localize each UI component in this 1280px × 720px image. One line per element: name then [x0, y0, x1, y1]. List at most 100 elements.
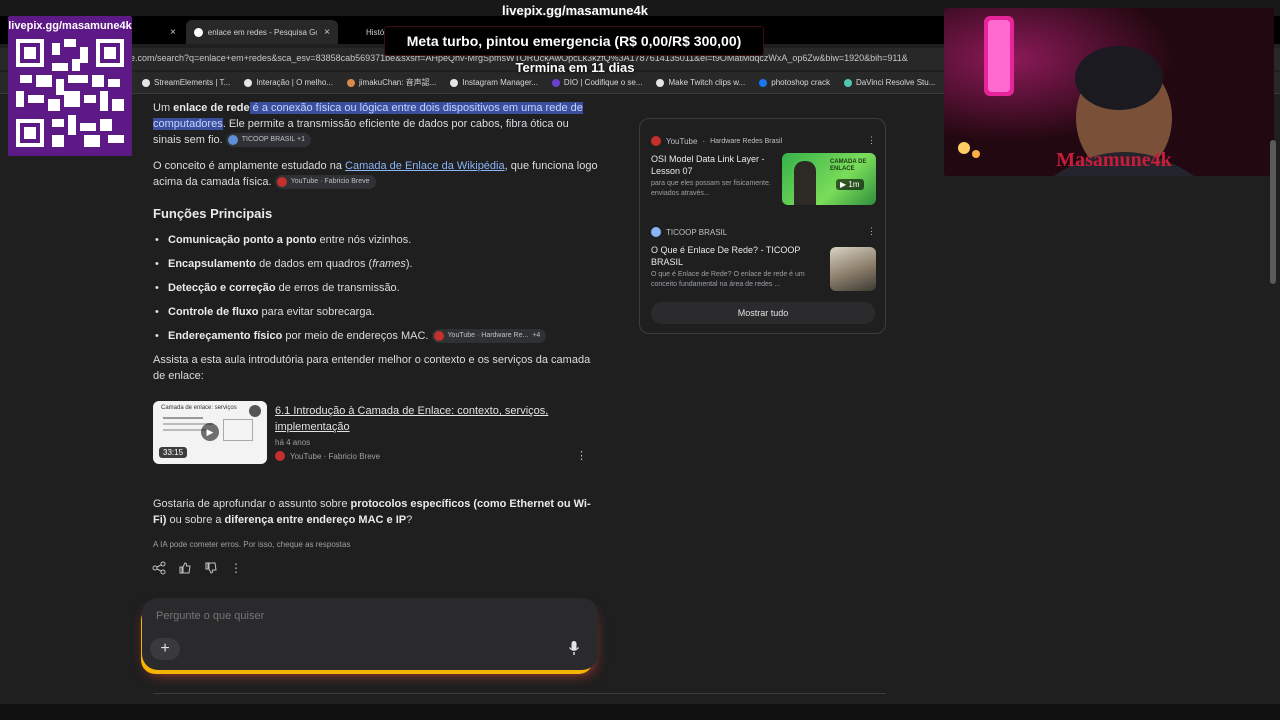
bookmark-label: StreamElements | T... — [154, 78, 231, 87]
sources-panel: YouTube · Hardware Redes Brasil ⋮ OSI Mode… — [639, 118, 886, 334]
bookmark-label: DIO | Codifique o se... — [563, 78, 643, 87]
globe-icon — [227, 135, 238, 146]
bookmark-icon — [656, 78, 665, 87]
close-icon[interactable]: × — [324, 27, 330, 38]
thumb-caption: Camada de enlace: serviços — [161, 405, 237, 411]
close-icon[interactable]: × — [170, 27, 176, 38]
youtube-icon — [651, 136, 661, 146]
item-bold: Comunicação ponto a ponto — [168, 234, 317, 246]
item-text: de dados em quadros ( — [256, 258, 373, 270]
thumbs-down-icon[interactable] — [204, 561, 218, 575]
source-title-link[interactable]: OSI Model Data Link Layer - Lesson 07 — [651, 153, 776, 177]
item-text: para evitar sobrecarga. — [258, 306, 375, 318]
more-options-icon[interactable]: ⋮ — [576, 449, 587, 462]
thumb-diagram — [223, 419, 253, 441]
google-icon — [194, 27, 203, 37]
source-title-link[interactable]: O Que é Enlace De Rede? - TICOOP BRASIL — [651, 244, 821, 268]
more-options-icon[interactable]: ⋮ — [867, 135, 876, 146]
answer-paragraph: Um enlace de rede é a conexão física ou … — [153, 100, 598, 148]
tab-previous[interactable]: × — [152, 20, 184, 44]
webcam-feed: Masamune4k — [944, 8, 1274, 176]
item-text: por meio de endereços MAC. — [282, 330, 429, 342]
goal-countdown: Termina em 11 dias — [515, 60, 635, 75]
bookmark-label: jimakuChan: 音声認... — [358, 78, 437, 87]
separator: · — [702, 136, 706, 146]
wikipedia-link[interactable]: Camada de Enlace da Wikipédia — [345, 160, 505, 172]
bookmark-item[interactable]: StreamElements | T... — [142, 78, 230, 87]
source-thumbnail[interactable]: CAMADA DE ENLACE ▶ 1m — [782, 153, 876, 205]
source-chip[interactable]: TICOOP BRASIL +1 — [225, 133, 311, 148]
bookmark-item[interactable]: Make Twitch clips w... — [656, 78, 745, 87]
text: Um — [153, 102, 174, 114]
bookmark-item[interactable]: Interação | O melho... — [244, 78, 333, 87]
answer-paragraph: O conceito é amplamente estudado na Cama… — [153, 158, 598, 190]
bookmark-item[interactable]: photoshop crack — [759, 78, 830, 87]
scrollbar[interactable] — [1270, 140, 1276, 284]
bookmark-item[interactable]: DIO | Codifique o se... — [551, 78, 643, 87]
followup-question: Gostaria de aprofundar o assunto sobre p… — [153, 496, 593, 528]
source-header: TICOOP BRASIL — [651, 227, 727, 237]
thumbs-up-icon[interactable] — [178, 561, 192, 575]
duration-label: 1m — [848, 180, 860, 189]
add-attachment-button[interactable]: + — [150, 638, 180, 660]
video-thumbnail[interactable]: Camada de enlace: serviços ▶ 33:15 — [153, 401, 267, 464]
chip-label: TICOOP BRASIL +1 — [241, 136, 305, 144]
play-icon[interactable]: ▶ — [201, 423, 219, 441]
bottom-bar — [0, 704, 1280, 720]
item-bold: Detecção e correção — [168, 282, 276, 294]
functions-list: Comunicação ponto a ponto entre nós vizi… — [153, 232, 598, 344]
share-icon[interactable] — [152, 561, 166, 575]
video-duration: ▶ 1m — [836, 179, 864, 190]
tab-label: enlace em redes - Pesquisa Go — [207, 27, 318, 37]
expand-icon[interactable] — [249, 405, 261, 417]
bookmark-label: DaVinci Resolve Stu... — [855, 78, 936, 87]
video-card[interactable]: Camada de enlace: serviços ▶ 33:15 6.1 I… — [153, 401, 593, 467]
video-duration: 33:15 — [159, 447, 188, 458]
list-item: Comunicação ponto a ponto entre nós vizi… — [153, 232, 598, 248]
bookmark-icon — [551, 78, 560, 87]
section-title: Funções Principais — [153, 206, 273, 221]
youtube-icon — [275, 451, 285, 461]
show-all-button[interactable]: Mostrar tudo — [651, 302, 875, 324]
source-thumbnail[interactable] — [830, 247, 876, 291]
video-age: há 4 anos — [275, 438, 311, 447]
text: Gostaria de aprofundar o assunto sobre — [153, 498, 351, 510]
list-item: Controle de fluxo para evitar sobrecarga… — [153, 304, 598, 320]
bookmark-icon — [244, 78, 253, 87]
source-chip[interactable]: YouTube · Hardware Re... +4 — [431, 329, 547, 344]
bookmark-item[interactable]: jimakuChan: 音声認... — [346, 77, 437, 88]
bookmark-item[interactable]: Instagram Manager... — [450, 78, 538, 87]
term-bold: enlace de rede — [173, 102, 250, 114]
bookmark-icon — [450, 78, 459, 87]
item-text: entre nós vizinhos. — [316, 234, 412, 246]
divider — [153, 693, 886, 694]
chip-label: YouTube · Hardware Re... — [447, 332, 529, 340]
youtube-icon — [433, 331, 444, 342]
thumb-person — [794, 161, 816, 205]
tab-search[interactable]: enlace em redes - Pesquisa Go × — [186, 20, 338, 44]
list-item: Encapsulamento de dados em quadros (fram… — [153, 256, 598, 272]
webcam-logo: Masamune4k — [1056, 149, 1172, 171]
chip-extra: +4 — [532, 332, 541, 340]
more-options-icon[interactable]: ⋮ — [867, 226, 876, 237]
source-chip[interactable]: YouTube · Fabricio Breve — [274, 175, 376, 190]
bookmark-label: Make Twitch clips w... — [668, 78, 746, 87]
list-item: Endereçamento físico por meio de endereç… — [153, 328, 598, 344]
ai-disclaimer: A IA pode cometer erros. Por isso, chequ… — [153, 540, 351, 549]
thumb-line — [163, 417, 203, 419]
more-options-icon[interactable]: ⋮ — [230, 561, 242, 575]
globe-icon — [651, 227, 661, 237]
source-header: YouTube · Hardware Redes Brasil — [651, 136, 782, 146]
video-title-link[interactable]: 6.1 Introdução à Camada de Enlace: conte… — [275, 403, 565, 435]
bookmark-item[interactable]: DaVinci Resolve Stu... — [843, 78, 936, 87]
item-italic: frames — [372, 258, 406, 270]
item-text: de erros de transmissão. — [275, 282, 400, 294]
qr-code-icon — [16, 39, 124, 147]
bookmark-icon — [843, 78, 852, 87]
tab-label: Histó — [366, 27, 385, 37]
item-text: ). — [405, 258, 413, 270]
microphone-icon[interactable] — [568, 640, 580, 656]
ask-input[interactable] — [156, 610, 536, 622]
feedback-row: ⋮ — [152, 561, 242, 575]
chip-label: YouTube · Fabricio Breve — [290, 178, 370, 186]
